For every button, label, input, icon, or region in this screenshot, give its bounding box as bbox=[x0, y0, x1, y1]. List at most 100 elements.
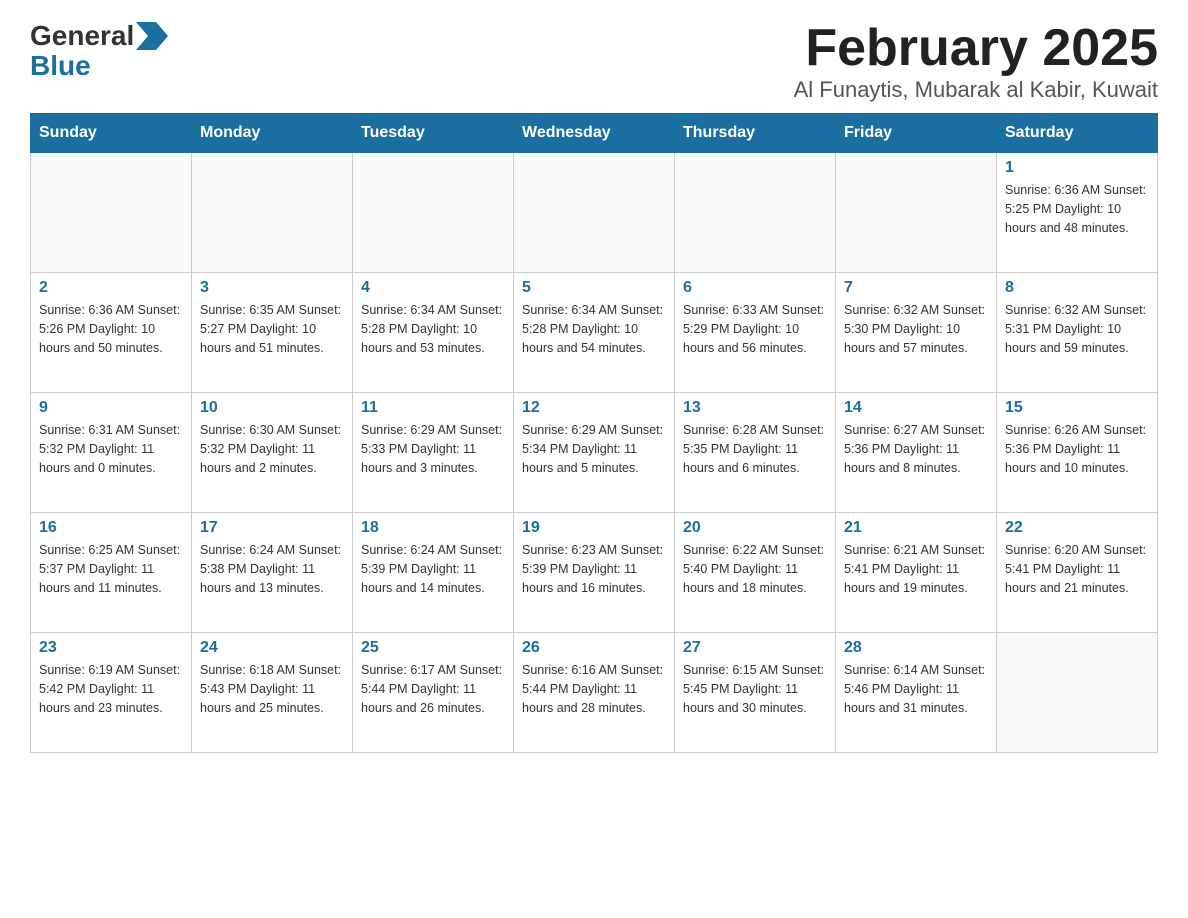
calendar-cell: 12Sunrise: 6:29 AM Sunset: 5:34 PM Dayli… bbox=[514, 393, 675, 513]
day-info: Sunrise: 6:34 AM Sunset: 5:28 PM Dayligh… bbox=[522, 301, 666, 357]
day-info: Sunrise: 6:34 AM Sunset: 5:28 PM Dayligh… bbox=[361, 301, 505, 357]
calendar-cell: 23Sunrise: 6:19 AM Sunset: 5:42 PM Dayli… bbox=[31, 633, 192, 753]
calendar-cell: 26 Sunrise: 6:16 AM Sunset: 5:44 PM Dayli… bbox=[514, 633, 675, 753]
calendar-week-0: 1 Sunrise: 6:36 AM Sunset: 5:25 PM Daylig… bbox=[31, 153, 1158, 273]
day-number: 21 bbox=[844, 519, 988, 537]
weekday-header-monday: Monday bbox=[192, 114, 353, 153]
logo: General Blue bbox=[30, 20, 168, 80]
day-info: Sunrise: 6:24 AM Sunset: 5:39 PM Dayligh… bbox=[361, 541, 505, 597]
day-number: 6 bbox=[683, 279, 827, 297]
day-info: Sunrise: 6:36 AM Sunset: 5:26 PM Dayligh… bbox=[39, 301, 183, 357]
day-number: 28 bbox=[844, 639, 988, 657]
day-number: 12 bbox=[522, 399, 666, 417]
day-info: Sunrise: 6:23 AM Sunset: 5:39 PM Dayligh… bbox=[522, 541, 666, 597]
calendar-cell bbox=[192, 153, 353, 273]
weekday-header-friday: Friday bbox=[836, 114, 997, 153]
day-number: 10 bbox=[200, 399, 344, 417]
day-info: Sunrise: 6:16 AM Sunset: 5:44 PM Dayligh… bbox=[522, 661, 666, 717]
day-number: 4 bbox=[361, 279, 505, 297]
day-number: 20 bbox=[683, 519, 827, 537]
day-info: Sunrise: 6:17 AM Sunset: 5:44 PM Dayligh… bbox=[361, 661, 505, 717]
calendar-cell: 21 Sunrise: 6:21 AM Sunset: 5:41 PM Dayli… bbox=[836, 513, 997, 633]
day-number: 19 bbox=[522, 519, 666, 537]
calendar-cell: 5 Sunrise: 6:34 AM Sunset: 5:28 PM Daylig… bbox=[514, 273, 675, 393]
day-info: Sunrise: 6:31 AM Sunset: 5:32 PM Dayligh… bbox=[39, 421, 183, 477]
calendar-cell: 15 Sunrise: 6:26 AM Sunset: 5:36 PM Dayli… bbox=[997, 393, 1158, 513]
weekday-header-sunday: Sunday bbox=[31, 114, 192, 153]
day-info: Sunrise: 6:29 AM Sunset: 5:33 PM Dayligh… bbox=[361, 421, 505, 477]
calendar-cell: 3Sunrise: 6:35 AM Sunset: 5:27 PM Daylig… bbox=[192, 273, 353, 393]
calendar-week-2: 9 Sunrise: 6:31 AM Sunset: 5:32 PM Daylig… bbox=[31, 393, 1158, 513]
day-info: Sunrise: 6:25 AM Sunset: 5:37 PM Dayligh… bbox=[39, 541, 183, 597]
day-number: 8 bbox=[1005, 279, 1149, 297]
day-number: 16 bbox=[39, 519, 183, 537]
calendar-week-4: 23Sunrise: 6:19 AM Sunset: 5:42 PM Dayli… bbox=[31, 633, 1158, 753]
weekday-header-tuesday: Tuesday bbox=[353, 114, 514, 153]
calendar-cell: 19 Sunrise: 6:23 AM Sunset: 5:39 PM Dayli… bbox=[514, 513, 675, 633]
calendar-cell: 27 Sunrise: 6:15 AM Sunset: 5:45 PM Dayli… bbox=[675, 633, 836, 753]
calendar-cell: 11 Sunrise: 6:29 AM Sunset: 5:33 PM Dayli… bbox=[353, 393, 514, 513]
calendar-table: SundayMondayTuesdayWednesdayThursdayFrid… bbox=[30, 113, 1158, 753]
day-number: 13 bbox=[683, 399, 827, 417]
day-info: Sunrise: 6:24 AM Sunset: 5:38 PM Dayligh… bbox=[200, 541, 344, 597]
day-info: Sunrise: 6:32 AM Sunset: 5:30 PM Dayligh… bbox=[844, 301, 988, 357]
day-info: Sunrise: 6:22 AM Sunset: 5:40 PM Dayligh… bbox=[683, 541, 827, 597]
calendar-cell: 17 Sunrise: 6:24 AM Sunset: 5:38 PM Dayli… bbox=[192, 513, 353, 633]
location-title: Al Funaytis, Mubarak al Kabir, Kuwait bbox=[794, 77, 1158, 103]
weekday-header-saturday: Saturday bbox=[997, 114, 1158, 153]
calendar-body: 1 Sunrise: 6:36 AM Sunset: 5:25 PM Daylig… bbox=[31, 153, 1158, 753]
day-info: Sunrise: 6:15 AM Sunset: 5:45 PM Dayligh… bbox=[683, 661, 827, 717]
day-info: Sunrise: 6:21 AM Sunset: 5:41 PM Dayligh… bbox=[844, 541, 988, 597]
logo-general-text: General bbox=[30, 20, 134, 52]
day-number: 27 bbox=[683, 639, 827, 657]
day-info: Sunrise: 6:26 AM Sunset: 5:36 PM Dayligh… bbox=[1005, 421, 1149, 477]
day-number: 18 bbox=[361, 519, 505, 537]
calendar-cell bbox=[514, 153, 675, 273]
day-number: 7 bbox=[844, 279, 988, 297]
calendar-cell: 25Sunrise: 6:17 AM Sunset: 5:44 PM Dayli… bbox=[353, 633, 514, 753]
calendar-week-3: 16 Sunrise: 6:25 AM Sunset: 5:37 PM Dayli… bbox=[31, 513, 1158, 633]
day-number: 9 bbox=[39, 399, 183, 417]
day-number: 1 bbox=[1005, 159, 1149, 177]
calendar-cell: 7 Sunrise: 6:32 AM Sunset: 5:30 PM Daylig… bbox=[836, 273, 997, 393]
calendar-cell: 6 Sunrise: 6:33 AM Sunset: 5:29 PM Daylig… bbox=[675, 273, 836, 393]
calendar-cell: 8 Sunrise: 6:32 AM Sunset: 5:31 PM Daylig… bbox=[997, 273, 1158, 393]
day-info: Sunrise: 6:32 AM Sunset: 5:31 PM Dayligh… bbox=[1005, 301, 1149, 357]
calendar-cell: 10 Sunrise: 6:30 AM Sunset: 5:32 PM Dayli… bbox=[192, 393, 353, 513]
day-info: Sunrise: 6:30 AM Sunset: 5:32 PM Dayligh… bbox=[200, 421, 344, 477]
calendar-cell: 2 Sunrise: 6:36 AM Sunset: 5:26 PM Daylig… bbox=[31, 273, 192, 393]
weekday-header-wednesday: Wednesday bbox=[514, 114, 675, 153]
logo-blue-text: Blue bbox=[30, 52, 91, 80]
day-info: Sunrise: 6:20 AM Sunset: 5:41 PM Dayligh… bbox=[1005, 541, 1149, 597]
calendar-cell: 1 Sunrise: 6:36 AM Sunset: 5:25 PM Daylig… bbox=[997, 153, 1158, 273]
day-number: 26 bbox=[522, 639, 666, 657]
day-info: Sunrise: 6:28 AM Sunset: 5:35 PM Dayligh… bbox=[683, 421, 827, 477]
day-number: 22 bbox=[1005, 519, 1149, 537]
day-number: 23 bbox=[39, 639, 183, 657]
logo-arrow-icon bbox=[136, 22, 168, 50]
title-block: February 2025 Al Funaytis, Mubarak al Ka… bbox=[794, 20, 1158, 103]
day-number: 17 bbox=[200, 519, 344, 537]
day-info: Sunrise: 6:33 AM Sunset: 5:29 PM Dayligh… bbox=[683, 301, 827, 357]
weekday-header-thursday: Thursday bbox=[675, 114, 836, 153]
day-number: 24 bbox=[200, 639, 344, 657]
calendar-cell: 16 Sunrise: 6:25 AM Sunset: 5:37 PM Dayli… bbox=[31, 513, 192, 633]
day-info: Sunrise: 6:36 AM Sunset: 5:25 PM Dayligh… bbox=[1005, 181, 1149, 237]
calendar-cell: 9 Sunrise: 6:31 AM Sunset: 5:32 PM Daylig… bbox=[31, 393, 192, 513]
calendar-header: SundayMondayTuesdayWednesdayThursdayFrid… bbox=[31, 114, 1158, 153]
day-number: 15 bbox=[1005, 399, 1149, 417]
calendar-week-1: 2 Sunrise: 6:36 AM Sunset: 5:26 PM Daylig… bbox=[31, 273, 1158, 393]
day-info: Sunrise: 6:27 AM Sunset: 5:36 PM Dayligh… bbox=[844, 421, 988, 477]
month-title: February 2025 bbox=[794, 20, 1158, 77]
day-number: 2 bbox=[39, 279, 183, 297]
day-number: 14 bbox=[844, 399, 988, 417]
calendar-cell bbox=[353, 153, 514, 273]
weekday-header-row: SundayMondayTuesdayWednesdayThursdayFrid… bbox=[31, 114, 1158, 153]
day-info: Sunrise: 6:35 AM Sunset: 5:27 PM Dayligh… bbox=[200, 301, 344, 357]
day-number: 5 bbox=[522, 279, 666, 297]
day-number: 11 bbox=[361, 399, 505, 417]
calendar-cell bbox=[675, 153, 836, 273]
day-info: Sunrise: 6:14 AM Sunset: 5:46 PM Dayligh… bbox=[844, 661, 988, 717]
calendar-cell: 14 Sunrise: 6:27 AM Sunset: 5:36 PM Dayli… bbox=[836, 393, 997, 513]
calendar-cell: 20 Sunrise: 6:22 AM Sunset: 5:40 PM Dayli… bbox=[675, 513, 836, 633]
